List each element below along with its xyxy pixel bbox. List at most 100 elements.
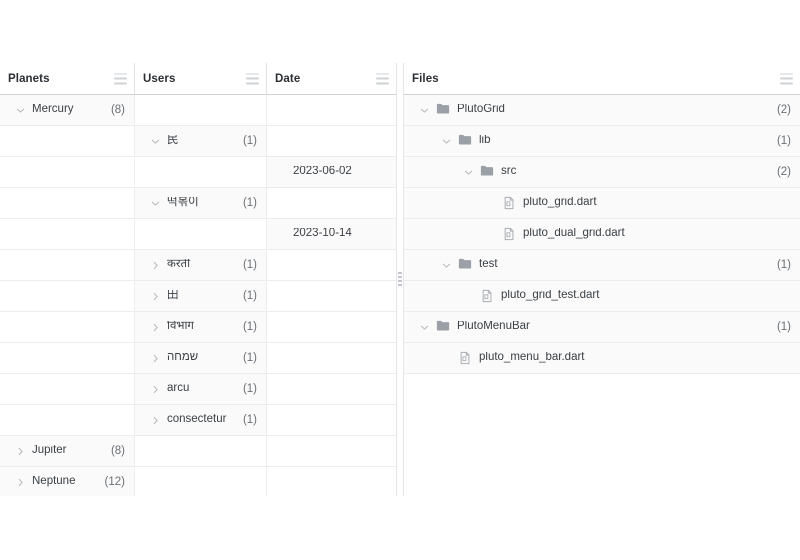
users-child-count: (1) <box>242 259 257 271</box>
files-grid-body[interactable]: PlutoGrid (2) lib (1) src (2) pluto_grid.dart p… <box>404 95 800 496</box>
chevron-right-icon[interactable] <box>14 445 27 458</box>
chevron-right-icon[interactable] <box>149 414 162 427</box>
table-row[interactable]: 田 (1) <box>0 281 396 312</box>
chevron-right-icon[interactable] <box>149 290 162 303</box>
chevron-down-icon[interactable] <box>14 104 27 117</box>
cell-date[interactable] <box>267 374 396 404</box>
cell-planets[interactable]: Mercury (8) <box>0 95 135 125</box>
table-row[interactable]: pluto_dual_grid.dart <box>404 219 800 250</box>
table-row[interactable]: Mercury (8) <box>0 95 396 126</box>
cell-files[interactable]: pluto_grid_test.dart <box>404 281 800 311</box>
table-row[interactable]: Jupiter (8) <box>0 436 396 467</box>
drag-handle-icon[interactable] <box>398 272 402 286</box>
cell-users[interactable]: 民 (1) <box>135 126 267 156</box>
cell-files[interactable]: pluto_dual_grid.dart <box>404 219 800 249</box>
cell-planets[interactable] <box>0 281 135 311</box>
chevron-down-icon[interactable] <box>418 321 431 334</box>
table-row[interactable]: test (1) <box>404 250 800 281</box>
cell-planets[interactable] <box>0 188 135 218</box>
cell-users[interactable] <box>135 95 267 125</box>
chevron-right-icon[interactable] <box>149 352 162 365</box>
table-row[interactable]: שמחה (1) <box>0 343 396 374</box>
cell-date[interactable]: 2023-10-14 <box>267 219 396 249</box>
cell-files[interactable]: pluto_grid.dart <box>404 188 800 218</box>
table-row[interactable]: PlutoMenuBar (1) <box>404 312 800 343</box>
cell-planets[interactable]: Jupiter (8) <box>0 436 135 466</box>
cell-date[interactable] <box>267 250 396 280</box>
cell-files[interactable]: src (2) <box>404 157 800 187</box>
cell-date[interactable] <box>267 188 396 218</box>
cell-planets[interactable] <box>0 157 135 187</box>
cell-files[interactable]: test (1) <box>404 250 800 280</box>
chevron-right-icon[interactable] <box>14 476 27 489</box>
table-row[interactable]: Neptune (12) <box>0 467 396 496</box>
cell-files[interactable]: PlutoMenuBar (1) <box>404 312 800 342</box>
cell-users[interactable]: arcu (1) <box>135 374 267 404</box>
cell-users[interactable]: שמחה (1) <box>135 343 267 373</box>
chevron-right-icon[interactable] <box>149 383 162 396</box>
cell-planets[interactable] <box>0 250 135 280</box>
chevron-right-icon[interactable] <box>149 259 162 272</box>
chevron-down-icon[interactable] <box>440 259 453 272</box>
cell-date[interactable] <box>267 281 396 311</box>
cell-planets[interactable] <box>0 126 135 156</box>
table-row[interactable]: pluto_menu_bar.dart <box>404 343 800 374</box>
vertical-splitter[interactable] <box>396 63 404 496</box>
cell-users[interactable]: 田 (1) <box>135 281 267 311</box>
cell-files[interactable]: pluto_menu_bar.dart <box>404 343 800 373</box>
table-row[interactable]: विभाग (1) <box>0 312 396 343</box>
hamburger-menu-icon[interactable] <box>114 73 127 84</box>
cell-date[interactable] <box>267 467 396 496</box>
cell-date[interactable] <box>267 436 396 466</box>
cell-files[interactable]: lib (1) <box>404 126 800 156</box>
chevron-right-icon[interactable] <box>149 321 162 334</box>
chevron-down-icon[interactable] <box>418 104 431 117</box>
cell-planets[interactable] <box>0 374 135 404</box>
column-header-planets[interactable]: Planets <box>0 63 135 94</box>
table-row[interactable]: 2023-06-02 <box>0 157 396 188</box>
table-row[interactable]: 떡볶이 (1) <box>0 188 396 219</box>
table-row[interactable]: करती (1) <box>0 250 396 281</box>
cell-users[interactable]: विभाग (1) <box>135 312 267 342</box>
cell-date[interactable] <box>267 312 396 342</box>
cell-date[interactable] <box>267 405 396 435</box>
cell-date[interactable] <box>267 126 396 156</box>
column-header-users[interactable]: Users <box>135 63 267 94</box>
cell-users[interactable]: 떡볶이 (1) <box>135 188 267 218</box>
cell-planets[interactable] <box>0 343 135 373</box>
column-header-files[interactable]: Files <box>404 63 800 94</box>
table-row[interactable]: 民 (1) <box>0 126 396 157</box>
cell-planets[interactable] <box>0 405 135 435</box>
cell-users[interactable] <box>135 219 267 249</box>
chevron-down-icon[interactable] <box>149 197 162 210</box>
table-row[interactable]: consectetur (1) <box>0 405 396 436</box>
cell-files[interactable]: PlutoGrid (2) <box>404 95 800 125</box>
cell-planets[interactable]: Neptune (12) <box>0 467 135 496</box>
table-row[interactable]: PlutoGrid (2) <box>404 95 800 126</box>
hamburger-menu-icon[interactable] <box>246 73 259 84</box>
table-row[interactable]: src (2) <box>404 157 800 188</box>
cell-date[interactable] <box>267 95 396 125</box>
hamburger-menu-icon[interactable] <box>376 73 389 84</box>
folder-icon <box>436 320 450 334</box>
cell-users[interactable] <box>135 467 267 496</box>
cell-planets[interactable] <box>0 219 135 249</box>
table-row[interactable]: pluto_grid.dart <box>404 188 800 219</box>
table-row[interactable]: lib (1) <box>404 126 800 157</box>
column-header-date[interactable]: Date <box>267 63 396 94</box>
left-grid-body[interactable]: Mercury (8) 民 (1) 2023-06-02 떡볶이 (1) 2023-10-14… <box>0 95 396 496</box>
cell-users[interactable] <box>135 157 267 187</box>
table-row[interactable]: pluto_grid_test.dart <box>404 281 800 312</box>
cell-users[interactable] <box>135 436 267 466</box>
cell-planets[interactable] <box>0 312 135 342</box>
cell-date[interactable]: 2023-06-02 <box>267 157 396 187</box>
chevron-down-icon[interactable] <box>462 166 475 179</box>
chevron-down-icon[interactable] <box>149 135 162 148</box>
cell-users[interactable]: करती (1) <box>135 250 267 280</box>
cell-date[interactable] <box>267 343 396 373</box>
cell-users[interactable]: consectetur (1) <box>135 405 267 435</box>
chevron-down-icon[interactable] <box>440 135 453 148</box>
table-row[interactable]: arcu (1) <box>0 374 396 405</box>
hamburger-menu-icon[interactable] <box>780 73 793 84</box>
table-row[interactable]: 2023-10-14 <box>0 219 396 250</box>
